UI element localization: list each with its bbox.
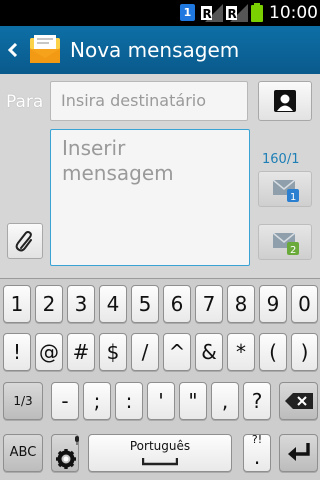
- signal-icon: R: [201, 4, 223, 22]
- enter-key[interactable]: [279, 434, 318, 472]
- key-1[interactable]: 1: [3, 285, 31, 323]
- key-semicolon[interactable]: ;: [83, 382, 111, 420]
- key-exclamation[interactable]: !: [3, 333, 31, 371]
- key-comma[interactable]: ,: [211, 382, 239, 420]
- back-button[interactable]: [0, 26, 66, 74]
- compose-area: Para Insira destinatário Inserir mensage…: [0, 74, 320, 278]
- envelope-icon: [30, 35, 60, 63]
- space-language-label: Português: [129, 439, 191, 453]
- key-symbol-page[interactable]: 1/3: [3, 382, 43, 420]
- send-message-sim2-icon: 2: [272, 232, 299, 256]
- signal-roaming-label: R: [203, 7, 212, 21]
- contacts-button[interactable]: [258, 81, 312, 121]
- chevron-left-icon: [8, 43, 18, 57]
- sim2-badge: 2: [290, 245, 296, 256]
- period-alt-label: ?!: [251, 433, 263, 446]
- key-0[interactable]: 0: [291, 285, 318, 323]
- key-quote[interactable]: ": [179, 382, 207, 420]
- key-8[interactable]: 8: [227, 285, 255, 323]
- page-title: Nova mensagem: [70, 38, 240, 62]
- space-key[interactable]: Português: [88, 434, 232, 472]
- key-question[interactable]: ?: [243, 382, 271, 420]
- key-at[interactable]: @: [35, 333, 63, 371]
- key-9[interactable]: 9: [259, 285, 287, 323]
- key-6[interactable]: 6: [163, 285, 191, 323]
- backspace-key[interactable]: [279, 382, 318, 420]
- key-3[interactable]: 3: [67, 285, 95, 323]
- battery-icon: [251, 3, 263, 22]
- key-period[interactable]: ?! .: [243, 433, 271, 472]
- key-asterisk[interactable]: *: [227, 333, 255, 371]
- settings-key[interactable]: [51, 434, 79, 472]
- key-apostrophe[interactable]: ': [147, 382, 175, 420]
- send-sim1-button[interactable]: 1: [258, 171, 312, 207]
- key-4[interactable]: 4: [99, 285, 127, 323]
- character-counter: 160/1: [262, 152, 300, 167]
- enter-icon: [288, 443, 310, 461]
- keyboard: 1 2 3 4 5 6 7 8 9 0 ! @ # $ / ^ & * ( ) …: [0, 278, 320, 480]
- signal-roaming-label: R: [228, 7, 237, 21]
- paperclip-icon: [15, 231, 32, 252]
- status-time: 10:00: [269, 3, 318, 23]
- sim1-badge: 1: [290, 192, 296, 203]
- recipient-label: Para: [6, 92, 44, 112]
- sim-badge: 1: [180, 4, 195, 21]
- key-caret[interactable]: ^: [163, 333, 191, 371]
- key-dash[interactable]: -: [51, 382, 79, 420]
- space-bar-icon: [142, 458, 178, 466]
- status-bar: 1 R R 10:00: [0, 0, 320, 26]
- title-bar: Nova mensagem: [0, 26, 320, 74]
- attach-button[interactable]: [7, 223, 43, 259]
- key-colon[interactable]: :: [115, 382, 143, 420]
- key-hash[interactable]: #: [67, 333, 95, 371]
- recipient-input[interactable]: Insira destinatário: [50, 81, 248, 121]
- key-left-paren[interactable]: (: [259, 333, 287, 371]
- gear-icon: [56, 449, 76, 469]
- key-right-paren[interactable]: ): [291, 333, 318, 371]
- send-sim2-button[interactable]: 2: [258, 224, 312, 260]
- mic-icon: [75, 436, 79, 445]
- contact-icon: [274, 90, 296, 112]
- key-2[interactable]: 2: [35, 285, 63, 323]
- backspace-icon: [285, 393, 313, 409]
- key-abc[interactable]: ABC: [3, 434, 43, 472]
- send-message-sim1-icon: 1: [272, 179, 299, 203]
- signal-icon: R: [226, 4, 248, 22]
- key-slash[interactable]: /: [131, 333, 159, 371]
- key-ampersand[interactable]: &: [195, 333, 223, 371]
- key-7[interactable]: 7: [195, 285, 223, 323]
- key-dollar[interactable]: $: [99, 333, 127, 371]
- key-5[interactable]: 5: [131, 285, 159, 323]
- message-input[interactable]: Inserir mensagem: [50, 129, 250, 266]
